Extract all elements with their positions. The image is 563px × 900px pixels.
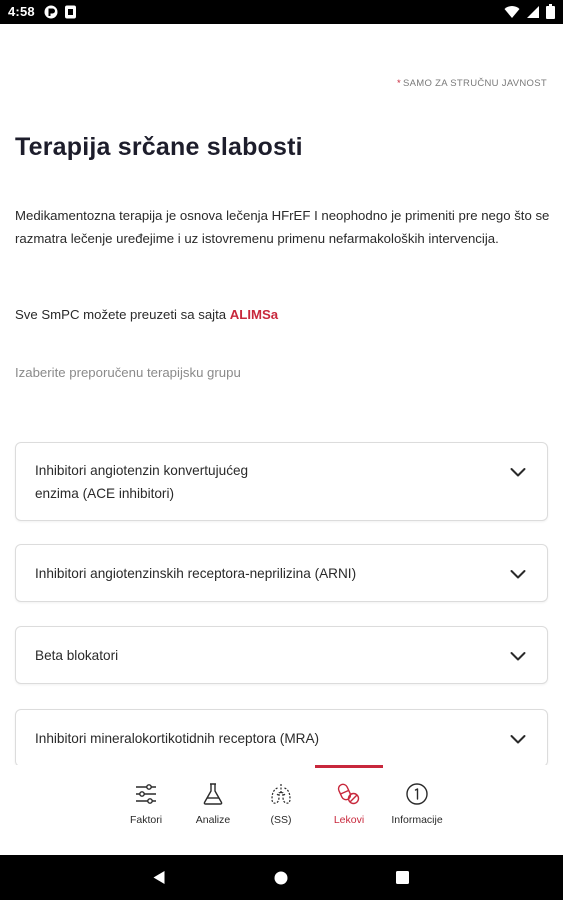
- bottom-navigation: Faktori Analize (SS) Lekovi Informacije: [0, 765, 563, 855]
- accordion-label: Inhibitori mineralokortikotidnih recepto…: [35, 731, 320, 746]
- accordion-beta-blockers[interactable]: Beta blokatori: [15, 626, 548, 684]
- nav-label: Informacije: [391, 814, 443, 826]
- wifi-icon: [504, 5, 520, 18]
- info-icon: [406, 783, 428, 805]
- sliders-icon: [136, 784, 156, 804]
- nav-item-analize[interactable]: Analize: [179, 765, 247, 855]
- battery-icon: [546, 4, 555, 19]
- professional-audience-badge: * SAMO ZA STRUČNU JAVNOST: [397, 78, 547, 89]
- signal-icon: [527, 5, 539, 18]
- chevron-down-icon[interactable]: [509, 730, 527, 748]
- status-system-icons: [504, 4, 555, 19]
- smpc-download-text: Sve SmPC možete preuzeti sa sajta ALIMSa: [15, 307, 279, 322]
- alims-link[interactable]: ALIMSa: [230, 307, 278, 322]
- recents-icon[interactable]: [396, 871, 409, 884]
- nav-item-faktori[interactable]: Faktori: [112, 765, 180, 855]
- back-icon[interactable]: [152, 870, 166, 885]
- nav-label: Lekovi: [333, 814, 365, 826]
- home-icon[interactable]: [274, 871, 288, 885]
- system-navigation-bar: [0, 855, 563, 900]
- nav-item-lekovi[interactable]: Lekovi: [315, 765, 383, 855]
- accordion-label: Inhibitori angiotenzinskih receptora-nep…: [35, 566, 357, 581]
- nav-label: (SS): [270, 814, 292, 826]
- accordion-ace-inhibitors[interactable]: Inhibitori angiotenzin konvertujućeg enzi…: [15, 442, 548, 521]
- nav-label: Analize: [195, 814, 231, 826]
- lungs-icon: [271, 784, 291, 804]
- accordion-label: Beta blokatori: [35, 648, 119, 663]
- status-bar: 4:58: [0, 0, 563, 24]
- status-notifications: [44, 5, 77, 19]
- chevron-down-icon[interactable]: [509, 647, 527, 665]
- nav-label: Faktori: [129, 814, 163, 826]
- main-content[interactable]: * SAMO ZA STRUČNU JAVNOST Terapija srčane…: [0, 24, 563, 765]
- chevron-down-icon[interactable]: [509, 463, 527, 481]
- page-title: Terapija srčane slabosti: [15, 133, 303, 161]
- intro-paragraph: Medikamentozna terapija je osnova lečenj…: [15, 208, 550, 246]
- accordion-mra[interactable]: Inhibitori mineralokortikotidnih recepto…: [15, 709, 548, 765]
- flask-icon: [203, 783, 223, 805]
- choose-therapy-group-label: Izaberite preporučenu terapijsku grupu: [15, 365, 241, 380]
- accordion-label: Inhibitori angiotenzin konvertujućeg enzi…: [35, 463, 249, 501]
- accordion-arni[interactable]: Inhibitori angiotenzinskih receptora-nep…: [15, 544, 548, 602]
- document-notification-icon: [65, 5, 76, 19]
- status-time: 4:58: [8, 4, 35, 19]
- pills-icon: [337, 783, 360, 805]
- active-tab-indicator: [315, 765, 383, 768]
- nav-item-informacije[interactable]: Informacije: [383, 765, 451, 855]
- nav-item-ss[interactable]: (SS): [247, 765, 315, 855]
- chevron-down-icon[interactable]: [509, 565, 527, 583]
- pocket-casts-notification-icon: [44, 5, 58, 19]
